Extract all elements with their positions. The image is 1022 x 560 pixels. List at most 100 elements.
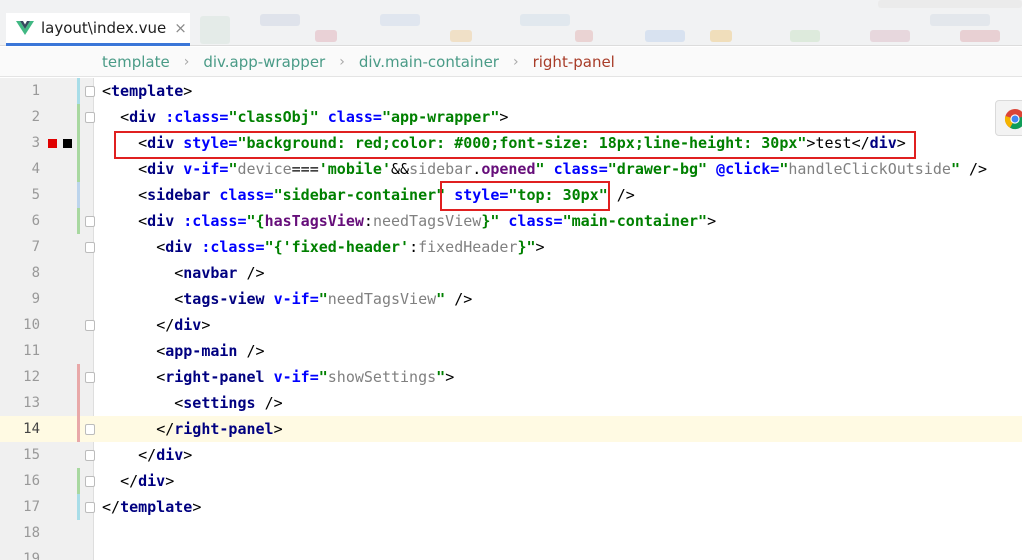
blurred-tab bbox=[200, 16, 230, 44]
code-token: div bbox=[129, 108, 166, 126]
code-token: > bbox=[201, 316, 211, 334]
code-token: </ bbox=[102, 498, 121, 516]
code-line[interactable]: 16 </div> bbox=[0, 468, 1022, 494]
code-token: === bbox=[291, 160, 319, 178]
code-token: class= bbox=[508, 212, 563, 230]
code-token: fixedHeader bbox=[418, 238, 518, 256]
code-line[interactable]: 4 <div v-if= " device==='mobile'&&sidebar.… bbox=[0, 156, 1022, 182]
line-number[interactable]: 7 bbox=[0, 234, 40, 260]
breadcrumb: template › div.app-wrapper › div.main-co… bbox=[0, 47, 1022, 77]
code-line[interactable]: 14 </right-panel> bbox=[0, 416, 1022, 442]
code-editor[interactable]: 1 <template> 2 <div :class="classObj" clas… bbox=[0, 78, 1022, 560]
code-token: < bbox=[174, 290, 184, 308]
line-number[interactable]: 19 bbox=[0, 546, 40, 560]
line-number[interactable]: 1 bbox=[0, 78, 40, 104]
line-number[interactable]: 18 bbox=[0, 520, 40, 546]
code-line[interactable]: 10 </div> bbox=[0, 312, 1022, 338]
code-text: </div> bbox=[102, 468, 174, 494]
line-number[interactable]: 4 bbox=[0, 156, 40, 182]
fold-toggle-icon[interactable] bbox=[85, 372, 95, 383]
code-token: "{ bbox=[264, 238, 283, 256]
vcs-change-marker[interactable] bbox=[77, 104, 80, 130]
fold-toggle-icon[interactable] bbox=[85, 216, 95, 227]
code-line[interactable]: 9 <tags-view v-if="needTagsView" /> bbox=[0, 286, 1022, 312]
breakpoint-marker-icon[interactable] bbox=[63, 139, 72, 148]
line-number[interactable]: 5 bbox=[0, 182, 40, 208]
chrome-browser-icon[interactable] bbox=[995, 100, 1022, 136]
line-number[interactable]: 6 bbox=[0, 208, 40, 234]
fold-toggle-icon[interactable] bbox=[85, 424, 95, 435]
vcs-change-marker[interactable] bbox=[77, 494, 80, 520]
line-number[interactable]: 14 bbox=[0, 416, 40, 442]
code-token: > bbox=[183, 82, 193, 100]
breadcrumb-item-template[interactable]: template bbox=[102, 53, 170, 71]
breadcrumb-separator: › bbox=[512, 53, 519, 70]
code-line[interactable]: 18 bbox=[0, 520, 1022, 546]
code-line[interactable]: 7 <div :class="{'fixed-header':fixedHead… bbox=[0, 234, 1022, 260]
code-line[interactable]: 12 <right-panel v-if="showSettings"> bbox=[0, 364, 1022, 390]
vcs-change-marker[interactable] bbox=[77, 130, 80, 156]
fold-toggle-icon[interactable] bbox=[85, 86, 95, 97]
code-token: /> bbox=[959, 160, 988, 178]
code-token: < bbox=[156, 368, 166, 386]
tab-close-icon[interactable]: × bbox=[174, 19, 187, 37]
fold-toggle-icon[interactable] bbox=[85, 112, 95, 123]
line-number[interactable]: 8 bbox=[0, 260, 40, 286]
vcs-change-marker[interactable] bbox=[77, 156, 80, 182]
code-token: : bbox=[409, 238, 419, 256]
code-line[interactable]: 15 </div> bbox=[0, 442, 1022, 468]
fold-toggle-icon[interactable] bbox=[85, 502, 95, 513]
code-token: app-main bbox=[165, 342, 247, 360]
line-number[interactable]: 10 bbox=[0, 312, 40, 338]
line-number[interactable]: 9 bbox=[0, 286, 40, 312]
code-token: hasTagsView bbox=[264, 212, 364, 230]
code-line[interactable]: 11 <app-main /> bbox=[0, 338, 1022, 364]
blurred-tab bbox=[380, 14, 420, 26]
line-number[interactable]: 15 bbox=[0, 442, 40, 468]
code-line[interactable]: 13 <settings /> bbox=[0, 390, 1022, 416]
fold-toggle-icon[interactable] bbox=[85, 242, 95, 253]
code-line[interactable]: 8 <navbar /> bbox=[0, 260, 1022, 286]
code-token: showSettings bbox=[327, 368, 437, 386]
code-token: "drawer-bg" bbox=[607, 160, 717, 178]
line-number[interactable]: 13 bbox=[0, 390, 40, 416]
code-line[interactable]: 19 bbox=[0, 546, 1022, 560]
line-number[interactable]: 3 bbox=[0, 130, 40, 156]
fold-toggle-icon[interactable] bbox=[85, 476, 95, 487]
code-token: class= bbox=[553, 160, 608, 178]
fold-toggle-icon[interactable] bbox=[85, 320, 95, 331]
code-line[interactable]: 17 </template> bbox=[0, 494, 1022, 520]
line-number[interactable]: 11 bbox=[0, 338, 40, 364]
vcs-change-marker[interactable] bbox=[77, 468, 80, 494]
vcs-change-marker[interactable] bbox=[77, 208, 80, 234]
error-marker-icon[interactable] bbox=[48, 139, 57, 148]
fold-toggle-icon[interactable] bbox=[85, 450, 95, 461]
code-token: </ bbox=[156, 420, 175, 438]
code-token: " bbox=[950, 160, 960, 178]
code-line[interactable]: 1 <template> bbox=[0, 78, 1022, 104]
code-line[interactable]: 6 <div :class="{hasTagsView:needTagsView… bbox=[0, 208, 1022, 234]
vcs-change-marker[interactable] bbox=[77, 182, 80, 208]
code-text: <right-panel v-if="showSettings"> bbox=[102, 364, 454, 390]
code-token: settings bbox=[183, 394, 265, 412]
vcs-change-marker[interactable] bbox=[77, 364, 80, 390]
line-number[interactable]: 16 bbox=[0, 468, 40, 494]
breadcrumb-item-app-wrapper[interactable]: div.app-wrapper bbox=[203, 53, 325, 71]
breadcrumb-item-right-panel[interactable]: right-panel bbox=[533, 53, 615, 71]
vcs-change-marker[interactable] bbox=[77, 390, 80, 416]
line-number[interactable]: 12 bbox=[0, 364, 40, 390]
tab-layout-index-vue[interactable]: layout\index.vue × bbox=[6, 13, 190, 46]
vcs-change-marker[interactable] bbox=[77, 416, 80, 442]
line-number[interactable]: 17 bbox=[0, 494, 40, 520]
code-line[interactable]: 2 <div :class="classObj" class="app-wrap… bbox=[0, 104, 1022, 130]
line-number[interactable]: 2 bbox=[0, 104, 40, 130]
vcs-change-marker[interactable] bbox=[77, 78, 80, 104]
breadcrumb-item-main-container[interactable]: div.main-container bbox=[359, 53, 499, 71]
code-token: div bbox=[147, 212, 184, 230]
